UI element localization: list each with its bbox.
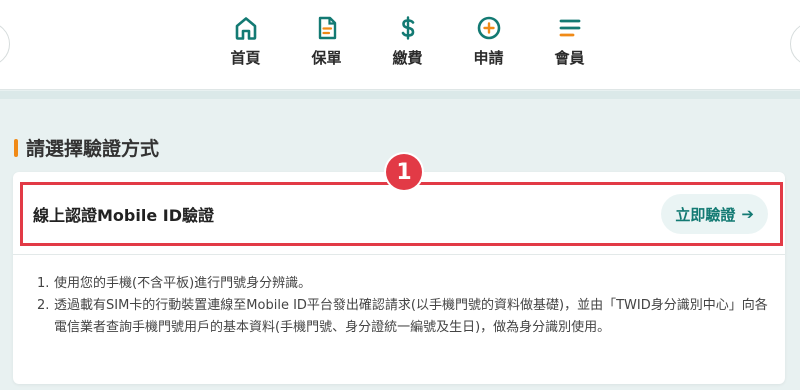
- card-divider: [13, 254, 785, 255]
- step-number-badge: 1: [386, 154, 422, 190]
- page-title: 請選擇驗證方式: [26, 138, 160, 160]
- plus-circle-icon: [475, 14, 503, 42]
- nav-item-apply[interactable]: 申請: [448, 14, 529, 68]
- list-item: 2. 透過載有SIM卡的行動裝置連線至Mobile ID平台發出確認請求(以手機…: [37, 295, 777, 339]
- home-icon: [232, 14, 260, 42]
- nav-label-member: 會員: [554, 49, 585, 67]
- list-item-number: 1.: [37, 276, 50, 291]
- nav-label-apply: 申請: [473, 49, 504, 67]
- instructions-list: 1. 使用您的手機(不含平板)進行門號身分辨識。 2. 透過載有SIM卡的行動裝…: [37, 273, 777, 339]
- main-nav: 首頁 保單 繳費 申請 會員: [205, 14, 610, 68]
- scroll-left-button[interactable]: [0, 22, 10, 66]
- nav-label-home: 首頁: [230, 49, 261, 67]
- section-heading: 請選擇驗證方式: [14, 134, 159, 161]
- mobile-id-method-option[interactable]: 線上認證Mobile ID驗證 立即驗證 ➔: [20, 182, 783, 246]
- verify-now-button[interactable]: 立即驗證 ➔: [661, 194, 768, 234]
- list-item: 1. 使用您的手機(不含平板)進行門號身分辨識。: [37, 273, 777, 295]
- menu-icon: [556, 14, 584, 42]
- nav-item-policy[interactable]: 保單: [286, 14, 367, 68]
- nav-item-home[interactable]: 首頁: [205, 14, 286, 68]
- title-accent-bar: [14, 138, 18, 157]
- nav-label-payment: 繳費: [392, 49, 423, 67]
- dollar-icon: [394, 14, 422, 42]
- list-item-text: 使用您的手機(不含平板)進行門號身分辨識。: [54, 276, 312, 291]
- list-item-text: 透過載有SIM卡的行動裝置連線至Mobile ID平台發出確認請求(以手機門號的…: [54, 298, 768, 335]
- nav-label-policy: 保單: [311, 49, 342, 67]
- policy-document-icon: [313, 14, 341, 42]
- scroll-right-button[interactable]: [790, 22, 800, 66]
- nav-item-member[interactable]: 會員: [529, 14, 610, 68]
- arrow-right-icon: ➔: [741, 205, 754, 223]
- header-shadow-strip: [0, 91, 800, 99]
- verify-button-label: 立即驗證: [675, 205, 736, 224]
- list-item-number: 2.: [37, 298, 50, 313]
- nav-item-payment[interactable]: 繳費: [367, 14, 448, 68]
- top-navigation-bar: 首頁 保單 繳費 申請 會員: [0, 0, 800, 90]
- method-label: 線上認證Mobile ID驗證: [33, 206, 214, 225]
